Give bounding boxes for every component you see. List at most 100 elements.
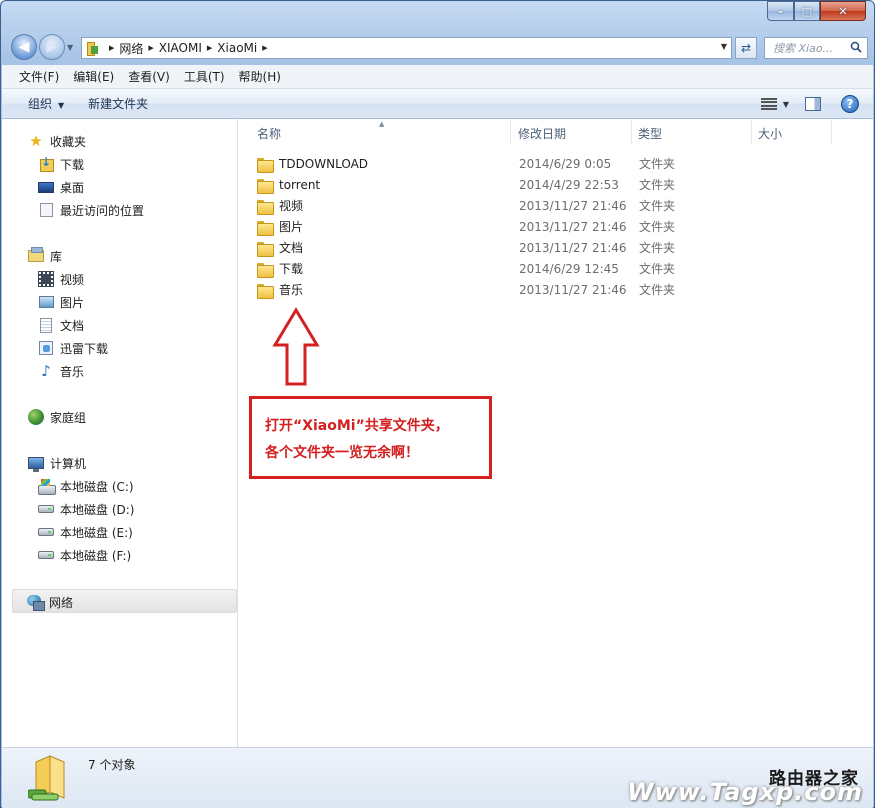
nav-item-documents[interactable]: 文档 (38, 315, 84, 335)
nav-label: 本地磁盘 (C:) (60, 479, 134, 494)
file-name: TDDOWNLOAD (279, 156, 369, 171)
nav-item-thunder-downloads[interactable]: 迅雷下载 (38, 338, 108, 358)
file-date: 2013/11/27 21:46 (519, 198, 627, 213)
title-bar[interactable]: – □ ✕ (1, 1, 874, 31)
nav-item-drive-c[interactable]: 本地磁盘 (C:) (38, 476, 134, 496)
nav-item-drive-e[interactable]: 本地磁盘 (E:) (38, 522, 133, 542)
nav-item-music[interactable]: ♪ 音乐 (38, 361, 84, 381)
breadcrumb-arrow-icon[interactable]: ▶ (262, 44, 267, 52)
menu-view[interactable]: 查看(V) (121, 68, 177, 85)
column-header-name[interactable]: 名称 (257, 119, 281, 147)
menu-tools[interactable]: 工具(T) (177, 68, 232, 85)
minimize-button[interactable]: – (767, 1, 794, 21)
column-header-type[interactable]: 类型 (638, 119, 662, 147)
annotation-line-2: 各个文件夹一览无余啊！ (265, 445, 419, 461)
file-date: 2013/11/27 21:46 (519, 282, 627, 297)
folder-icon (257, 178, 274, 194)
nav-label: 网络 (49, 595, 74, 610)
documents-icon (38, 317, 54, 333)
music-note-icon: ♪ (41, 362, 51, 380)
nav-favorites[interactable]: ★ 收藏夹 (28, 131, 86, 151)
nav-network[interactable]: 网络 (27, 592, 73, 612)
file-type: 文件夹 (639, 262, 676, 276)
nav-network-selected[interactable]: 网络 (12, 589, 237, 613)
watermark-url: Www.Tagxp.com (627, 778, 863, 806)
change-view-icon[interactable] (760, 98, 777, 110)
breadcrumb-arrow-icon[interactable]: ▶ (207, 44, 212, 52)
column-header-size[interactable]: 大小 (758, 119, 782, 147)
breadcrumb-arrow-icon[interactable]: ▶ (148, 44, 153, 52)
hard-drive-icon (38, 547, 54, 563)
nav-item-videos[interactable]: 视频 (38, 269, 84, 289)
file-row[interactable]: 文档 2013/11/27 21:46 文件夹 (257, 237, 857, 258)
menu-file[interactable]: 文件(F) (12, 68, 66, 85)
sort-ascending-icon: ▲ (379, 120, 385, 128)
nav-label: 音乐 (60, 364, 85, 379)
nav-item-drive-f[interactable]: 本地磁盘 (F:) (38, 545, 131, 565)
file-row[interactable]: TDDOWNLOAD 2014/6/29 0:05 文件夹 (257, 153, 857, 174)
help-icon[interactable]: ? (841, 95, 859, 113)
nav-item-desktop[interactable]: 桌面 (38, 177, 84, 197)
organize-button[interactable]: 组织 ▼ (16, 95, 76, 112)
column-divider[interactable] (631, 121, 632, 143)
file-date: 2014/4/29 22:53 (519, 177, 619, 192)
videos-icon (38, 271, 54, 287)
new-folder-button[interactable]: 新建文件夹 (76, 95, 160, 112)
nav-computer[interactable]: 计算机 (28, 453, 86, 473)
nav-label: 计算机 (50, 456, 87, 471)
breadcrumb-xiaomi-share[interactable]: XiaoMi (217, 41, 257, 55)
nav-label: 本地磁盘 (E:) (60, 525, 133, 540)
nav-libraries[interactable]: 库 (28, 246, 62, 266)
recent-pages-dropdown[interactable]: ▼ (67, 43, 77, 53)
libraries-icon (28, 247, 44, 264)
maximize-button[interactable]: □ (794, 1, 820, 21)
address-dropdown-icon[interactable]: ▼ (721, 42, 727, 51)
column-divider[interactable] (751, 121, 752, 143)
file-row[interactable]: 音乐 2013/11/27 21:46 文件夹 (257, 279, 857, 300)
file-row[interactable]: torrent 2014/4/29 22:53 文件夹 (257, 174, 857, 195)
annotation-up-arrow-icon (272, 307, 320, 386)
column-divider[interactable] (831, 121, 832, 143)
nav-item-pictures[interactable]: 图片 (38, 292, 84, 312)
file-date: 2014/6/29 12:45 (519, 261, 619, 276)
column-header-modified[interactable]: 修改日期 (518, 119, 566, 147)
address-bar[interactable]: ▶ 网络 ▶ XIAOMI ▶ XiaoMi ▶ ▼ (81, 37, 732, 59)
back-button[interactable]: ◀ (11, 34, 37, 60)
nav-item-downloads[interactable]: 下载 (38, 154, 84, 174)
item-count: 7 个对象 (88, 758, 136, 772)
file-row[interactable]: 视频 2013/11/27 21:46 文件夹 (257, 195, 857, 216)
file-date: 2013/11/27 21:46 (519, 219, 627, 234)
breadcrumb-xiaomi-host[interactable]: XIAOMI (159, 41, 202, 55)
forward-button[interactable]: ▶ (39, 34, 65, 60)
menu-help[interactable]: 帮助(H) (232, 68, 288, 85)
preview-pane-icon[interactable] (805, 97, 821, 111)
details-pane: 7 个对象 路由器之家 Www.Tagxp.com (2, 747, 873, 808)
file-name: 文档 (279, 241, 304, 255)
view-dropdown-icon[interactable]: ▼ (783, 100, 789, 109)
back-arrow-icon: ◀ (18, 39, 30, 55)
caption-buttons: – □ ✕ (767, 1, 866, 21)
maximize-icon: □ (801, 4, 813, 18)
recent-places-icon (38, 202, 54, 218)
search-icon[interactable] (850, 41, 862, 53)
nav-label: 桌面 (60, 180, 85, 195)
search-input[interactable]: 搜索 Xiao... (764, 37, 868, 59)
file-row[interactable]: 下载 2014/6/29 12:45 文件夹 (257, 258, 857, 279)
network-icon (27, 594, 45, 611)
file-date: 2014/6/29 0:05 (519, 156, 612, 171)
column-divider[interactable] (510, 121, 511, 143)
nav-item-recent[interactable]: 最近访问的位置 (38, 200, 144, 220)
star-icon: ★ (29, 132, 43, 150)
forward-arrow-icon: ▶ (46, 39, 58, 55)
nav-homegroup[interactable]: 家庭组 (28, 407, 86, 427)
organize-label: 组织 (28, 97, 53, 111)
breadcrumb-network[interactable]: 网络 (119, 40, 143, 57)
breadcrumb-arrow-icon[interactable]: ▶ (109, 44, 114, 52)
refresh-button[interactable]: ⇄ (735, 37, 757, 59)
file-row[interactable]: 图片 2013/11/27 21:46 文件夹 (257, 216, 857, 237)
menu-edit[interactable]: 编辑(E) (66, 68, 121, 85)
nav-item-drive-d[interactable]: 本地磁盘 (D:) (38, 499, 134, 519)
file-name: 视频 (279, 199, 304, 213)
close-button[interactable]: ✕ (820, 1, 866, 21)
folder-icon (257, 283, 274, 299)
